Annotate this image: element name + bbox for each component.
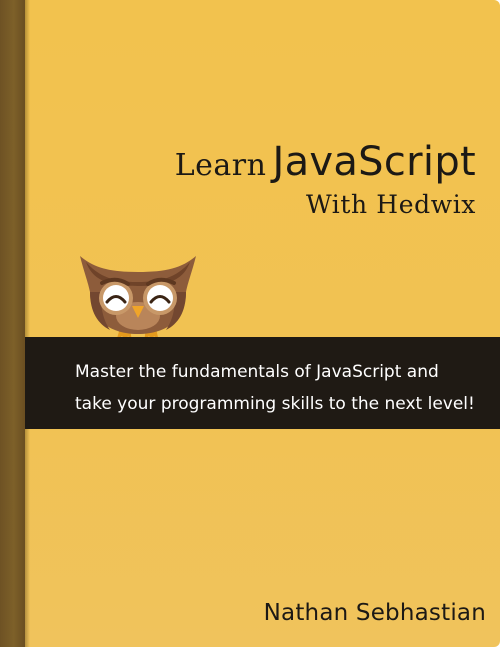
book-cover: Learn JavaScript With Hedwix Master the … — [0, 0, 500, 647]
title-main: JavaScript — [272, 139, 476, 185]
spine-shadow — [25, 0, 30, 647]
cover-title-block: Learn JavaScript With Hedwix — [175, 142, 476, 219]
tagline: Master the fundamentals of JavaScript an… — [75, 356, 475, 420]
owl-mascot-icon — [76, 248, 200, 344]
title-prefix: Learn — [174, 148, 267, 183]
cover-subtitle: With Hedwix — [305, 190, 476, 219]
tagline-band: Master the fundamentals of JavaScript an… — [25, 337, 500, 429]
author-name: Nathan Sebhastian — [263, 600, 486, 626]
tagline-line-2: take your programming skills to the next… — [75, 394, 475, 414]
tagline-line-1: Master the fundamentals of JavaScript an… — [75, 362, 439, 382]
cover-title: Learn JavaScript — [175, 142, 476, 182]
book-spine — [0, 0, 25, 647]
